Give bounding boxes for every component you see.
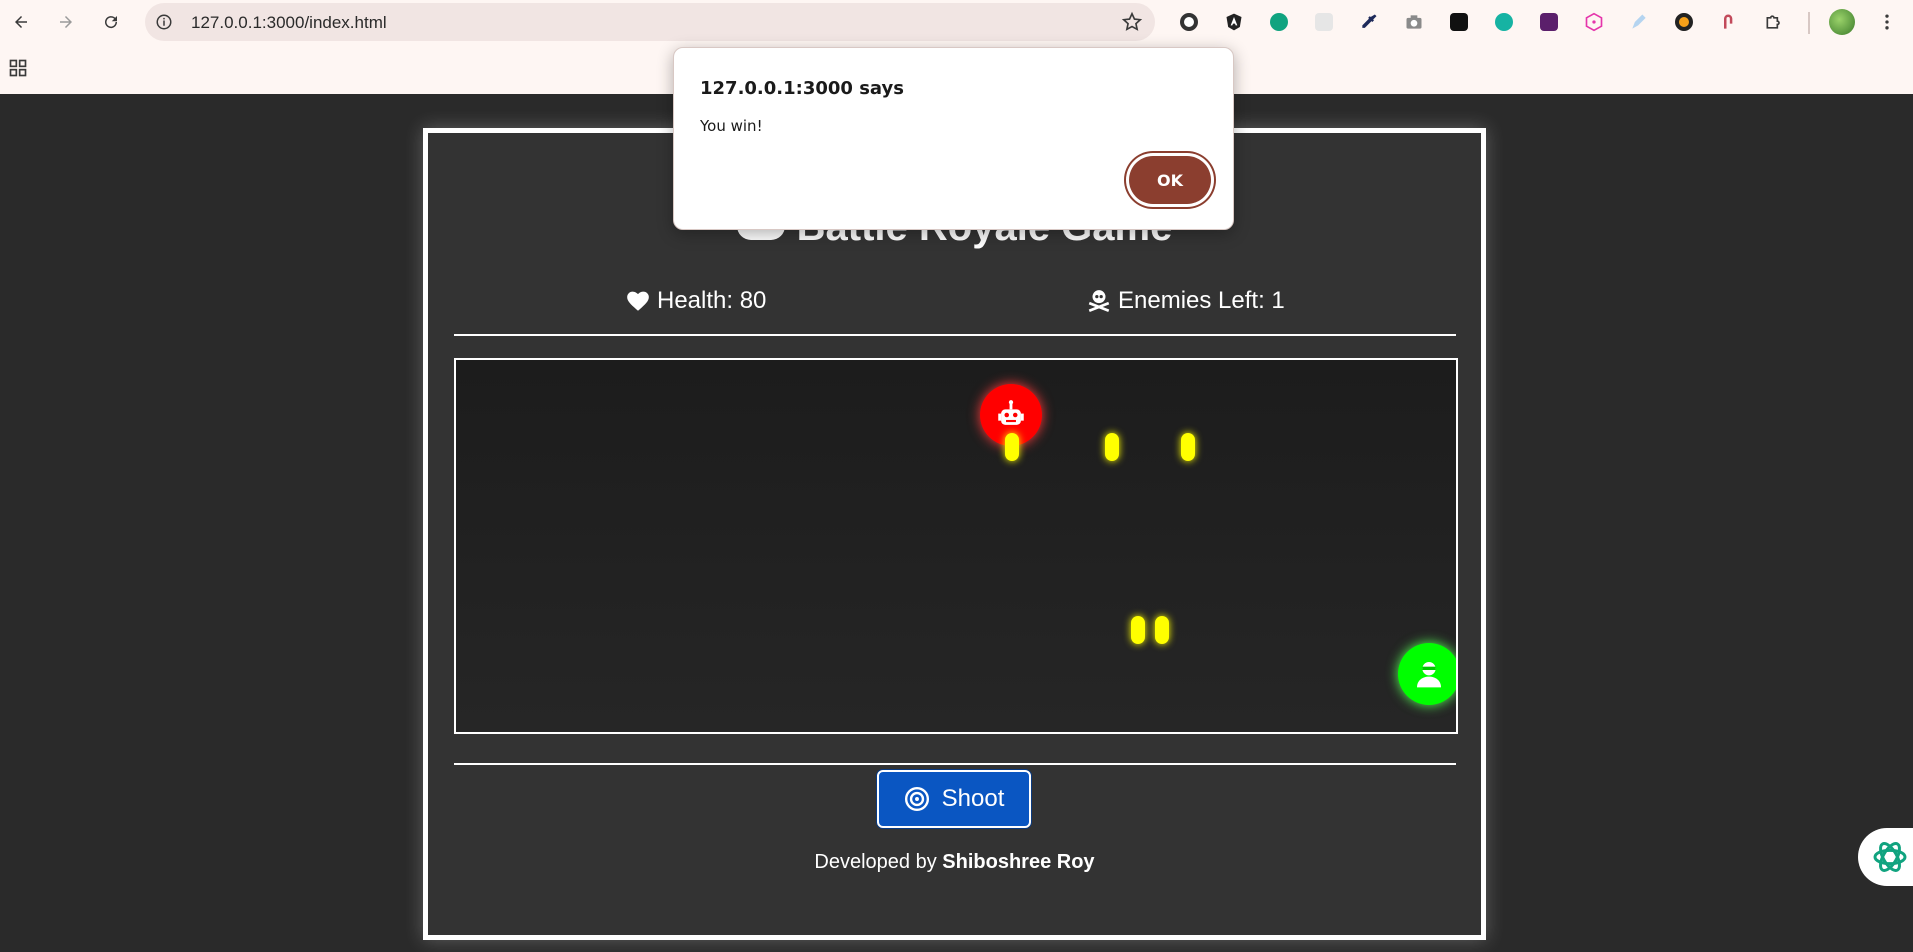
dialog-title: 127.0.0.1:3000 says: [700, 78, 904, 99]
notion-icon[interactable]: [1448, 11, 1470, 33]
browser-toolbar: 127.0.0.1:3000/index.html: [0, 0, 1913, 44]
puzzle-icon[interactable]: [1763, 11, 1785, 33]
camera-icon[interactable]: [1403, 11, 1425, 33]
toolbar-divider: [1808, 12, 1810, 34]
ok-button[interactable]: OK: [1129, 156, 1211, 204]
player-character: [1398, 643, 1456, 705]
footer: Developed by Shiboshree Roy: [428, 851, 1481, 874]
pen-extension-icon[interactable]: [1628, 11, 1650, 33]
bullseye-icon: [904, 786, 929, 812]
health-stat: Health: 80: [625, 287, 766, 315]
apps-grid-icon[interactable]: [8, 58, 28, 78]
dialog-message: You win!: [700, 117, 763, 135]
bullet: [1155, 616, 1169, 644]
top-divider: [454, 334, 1456, 336]
generic-extension-icon[interactable]: [1313, 11, 1335, 33]
arrow-left-icon: [15, 16, 27, 28]
cursor-extension-icon[interactable]: [1718, 11, 1740, 33]
footer-author: Shiboshree Roy: [942, 851, 1095, 873]
shoot-button[interactable]: Shoot: [877, 770, 1031, 828]
reload-icon: [105, 16, 118, 29]
game-container: Battle Royale Game Health: 80 Enemies Le…: [423, 128, 1486, 940]
grammarly-icon[interactable]: [1178, 11, 1200, 33]
robot-icon: [998, 400, 1024, 425]
graphql-icon[interactable]: [1583, 11, 1605, 33]
address-bar[interactable]: 127.0.0.1:3000/index.html: [145, 3, 1155, 41]
url-text: 127.0.0.1:3000/index.html: [191, 13, 387, 32]
game-arena[interactable]: [454, 358, 1458, 734]
enemies-label: Enemies Left: 1: [1118, 287, 1285, 314]
bullet: [1105, 433, 1119, 461]
shoot-label: Shoot: [941, 785, 1005, 812]
bullet: [1131, 616, 1145, 644]
bullet: [1181, 433, 1195, 461]
back-button[interactable]: [8, 9, 34, 35]
footer-prefix: Developed by: [814, 851, 943, 873]
bottom-divider: [454, 763, 1456, 765]
user-ninja-icon: [1417, 662, 1441, 688]
refresh-extension-icon[interactable]: [1493, 11, 1515, 33]
info-icon[interactable]: [155, 13, 173, 31]
purple-extension-icon[interactable]: [1538, 11, 1560, 33]
alert-dialog: 127.0.0.1:3000 says You win! OK: [673, 47, 1234, 230]
health-label: Health: 80: [657, 287, 767, 314]
heart-icon: [627, 291, 649, 311]
arrow-right-icon: [60, 16, 72, 28]
chatgpt-icon[interactable]: [1268, 11, 1290, 33]
openai-icon: [1873, 842, 1907, 872]
reload-button[interactable]: [98, 9, 124, 35]
bookmark-star-icon[interactable]: [1121, 11, 1143, 33]
assistant-widget[interactable]: [1858, 828, 1913, 886]
more-menu-icon[interactable]: [1876, 11, 1898, 33]
enemies-stat: Enemies Left: 1: [1086, 287, 1285, 315]
avatar[interactable]: [1829, 9, 1855, 35]
record-icon[interactable]: [1673, 11, 1695, 33]
skull-crossbones-icon: [1088, 290, 1110, 313]
angular-icon[interactable]: [1223, 11, 1245, 33]
bullet: [1005, 433, 1019, 461]
forward-button[interactable]: [53, 9, 79, 35]
eyedropper-icon[interactable]: [1358, 11, 1380, 33]
